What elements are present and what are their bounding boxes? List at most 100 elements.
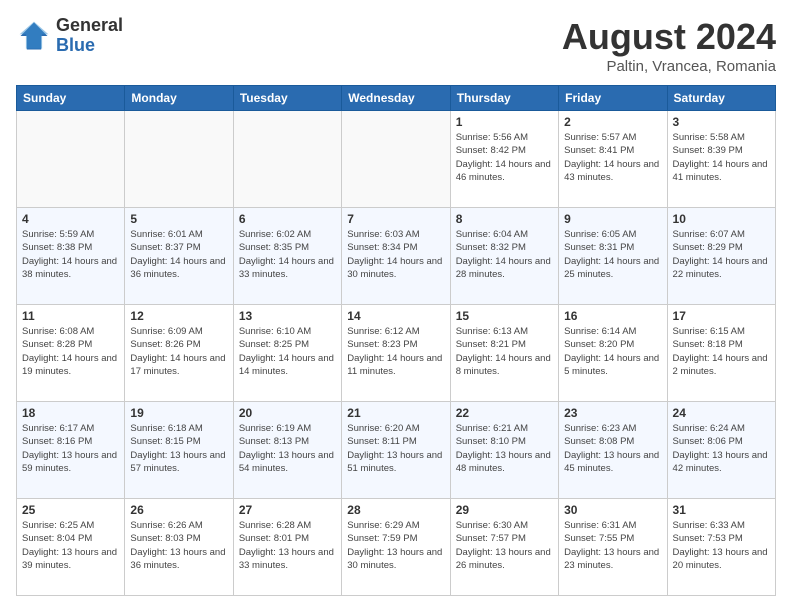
day-number: 17 [673, 309, 770, 323]
day-number: 25 [22, 503, 119, 517]
day-info: Sunrise: 6:07 AM Sunset: 8:29 PM Dayligh… [673, 228, 770, 281]
calendar-cell: 14Sunrise: 6:12 AM Sunset: 8:23 PM Dayli… [342, 305, 450, 402]
calendar-week-row: 11Sunrise: 6:08 AM Sunset: 8:28 PM Dayli… [17, 305, 776, 402]
day-info: Sunrise: 6:20 AM Sunset: 8:11 PM Dayligh… [347, 422, 444, 475]
day-info: Sunrise: 6:15 AM Sunset: 8:18 PM Dayligh… [673, 325, 770, 378]
calendar-cell: 26 Sunrise: 6:26 AM Sunset: 8:03 PM Dayli… [125, 499, 233, 596]
day-number: 22 [456, 406, 553, 420]
day-number: 10 [673, 212, 770, 226]
calendar-cell: 10 Sunrise: 6:07 AM Sunset: 8:29 PM Dayli… [667, 208, 775, 305]
page: General Blue August 2024 Paltin, Vrancea… [0, 0, 792, 612]
day-info: Sunrise: 5:58 AM Sunset: 8:39 PM Dayligh… [673, 131, 770, 184]
day-number: 30 [564, 503, 661, 517]
day-number: 15 [456, 309, 553, 323]
day-info: Sunrise: 6:33 AM Sunset: 7:53 PM Dayligh… [673, 519, 770, 572]
logo-text: General Blue [56, 16, 123, 56]
day-info: Sunrise: 5:59 AM Sunset: 8:38 PM Dayligh… [22, 228, 119, 281]
calendar-cell: 18Sunrise: 6:17 AM Sunset: 8:16 PM Dayli… [17, 402, 125, 499]
weekday-header-monday: Monday [125, 86, 233, 111]
weekday-header-thursday: Thursday [450, 86, 558, 111]
calendar-cell: 28Sunrise: 6:29 AM Sunset: 7:59 PM Dayli… [342, 499, 450, 596]
weekday-header-sunday: Sunday [17, 86, 125, 111]
calendar-cell: 15 Sunrise: 6:13 AM Sunset: 8:21 PM Dayli… [450, 305, 558, 402]
day-number: 13 [239, 309, 336, 323]
calendar-week-row: 1Sunrise: 5:56 AM Sunset: 8:42 PM Daylig… [17, 111, 776, 208]
calendar-cell [17, 111, 125, 208]
day-info: Sunrise: 6:02 AM Sunset: 8:35 PM Dayligh… [239, 228, 336, 281]
calendar-cell [125, 111, 233, 208]
day-info: Sunrise: 5:56 AM Sunset: 8:42 PM Dayligh… [456, 131, 553, 184]
day-number: 14 [347, 309, 444, 323]
day-info: Sunrise: 6:13 AM Sunset: 8:21 PM Dayligh… [456, 325, 553, 378]
calendar-cell [342, 111, 450, 208]
calendar-week-row: 25Sunrise: 6:25 AM Sunset: 8:04 PM Dayli… [17, 499, 776, 596]
day-number: 23 [564, 406, 661, 420]
logo-icon [16, 18, 52, 54]
calendar-cell: 12 Sunrise: 6:09 AM Sunset: 8:26 PM Dayli… [125, 305, 233, 402]
day-info: Sunrise: 6:21 AM Sunset: 8:10 PM Dayligh… [456, 422, 553, 475]
day-info: Sunrise: 6:17 AM Sunset: 8:16 PM Dayligh… [22, 422, 119, 475]
day-info: Sunrise: 6:26 AM Sunset: 8:03 PM Dayligh… [130, 519, 227, 572]
calendar-cell: 17 Sunrise: 6:15 AM Sunset: 8:18 PM Dayli… [667, 305, 775, 402]
calendar-cell: 23 Sunrise: 6:23 AM Sunset: 8:08 PM Dayli… [559, 402, 667, 499]
calendar-week-row: 18Sunrise: 6:17 AM Sunset: 8:16 PM Dayli… [17, 402, 776, 499]
day-info: Sunrise: 6:23 AM Sunset: 8:08 PM Dayligh… [564, 422, 661, 475]
calendar-cell: 11Sunrise: 6:08 AM Sunset: 8:28 PM Dayli… [17, 305, 125, 402]
weekday-header-friday: Friday [559, 86, 667, 111]
day-number: 12 [130, 309, 227, 323]
day-info: Sunrise: 6:18 AM Sunset: 8:15 PM Dayligh… [130, 422, 227, 475]
day-number: 29 [456, 503, 553, 517]
day-number: 2 [564, 115, 661, 129]
calendar-cell: 25Sunrise: 6:25 AM Sunset: 8:04 PM Dayli… [17, 499, 125, 596]
day-number: 8 [456, 212, 553, 226]
calendar-cell [233, 111, 341, 208]
day-info: Sunrise: 6:05 AM Sunset: 8:31 PM Dayligh… [564, 228, 661, 281]
day-number: 19 [130, 406, 227, 420]
calendar-cell: 1Sunrise: 5:56 AM Sunset: 8:42 PM Daylig… [450, 111, 558, 208]
day-info: Sunrise: 6:31 AM Sunset: 7:55 PM Dayligh… [564, 519, 661, 572]
day-info: Sunrise: 6:24 AM Sunset: 8:06 PM Dayligh… [673, 422, 770, 475]
calendar-cell: 9 Sunrise: 6:05 AM Sunset: 8:31 PM Daylig… [559, 208, 667, 305]
day-info: Sunrise: 6:14 AM Sunset: 8:20 PM Dayligh… [564, 325, 661, 378]
day-number: 31 [673, 503, 770, 517]
day-number: 26 [130, 503, 227, 517]
main-title: August 2024 [562, 16, 776, 58]
calendar-cell: 21 Sunrise: 6:20 AM Sunset: 8:11 PM Dayli… [342, 402, 450, 499]
day-number: 5 [130, 212, 227, 226]
weekday-header-tuesday: Tuesday [233, 86, 341, 111]
calendar-cell: 30 Sunrise: 6:31 AM Sunset: 7:55 PM Dayli… [559, 499, 667, 596]
logo-general-text: General [56, 16, 123, 36]
day-info: Sunrise: 6:03 AM Sunset: 8:34 PM Dayligh… [347, 228, 444, 281]
calendar-cell: 16Sunrise: 6:14 AM Sunset: 8:20 PM Dayli… [559, 305, 667, 402]
day-info: Sunrise: 6:08 AM Sunset: 8:28 PM Dayligh… [22, 325, 119, 378]
day-info: Sunrise: 6:04 AM Sunset: 8:32 PM Dayligh… [456, 228, 553, 281]
day-number: 27 [239, 503, 336, 517]
day-number: 21 [347, 406, 444, 420]
weekday-header-wednesday: Wednesday [342, 86, 450, 111]
day-info: Sunrise: 6:28 AM Sunset: 8:01 PM Dayligh… [239, 519, 336, 572]
header: General Blue August 2024 Paltin, Vrancea… [16, 16, 776, 75]
calendar-cell: 22 Sunrise: 6:21 AM Sunset: 8:10 PM Dayli… [450, 402, 558, 499]
calendar-cell: 6 Sunrise: 6:02 AM Sunset: 8:35 PM Daylig… [233, 208, 341, 305]
day-info: Sunrise: 6:19 AM Sunset: 8:13 PM Dayligh… [239, 422, 336, 475]
calendar-cell: 2 Sunrise: 5:57 AM Sunset: 8:41 PM Daylig… [559, 111, 667, 208]
day-number: 6 [239, 212, 336, 226]
weekday-header-saturday: Saturday [667, 86, 775, 111]
day-info: Sunrise: 5:57 AM Sunset: 8:41 PM Dayligh… [564, 131, 661, 184]
calendar-cell: 7 Sunrise: 6:03 AM Sunset: 8:34 PM Daylig… [342, 208, 450, 305]
weekday-header-row: SundayMondayTuesdayWednesdayThursdayFrid… [17, 86, 776, 111]
calendar-cell: 13 Sunrise: 6:10 AM Sunset: 8:25 PM Dayli… [233, 305, 341, 402]
day-info: Sunrise: 6:10 AM Sunset: 8:25 PM Dayligh… [239, 325, 336, 378]
calendar-cell: 27 Sunrise: 6:28 AM Sunset: 8:01 PM Dayli… [233, 499, 341, 596]
title-block: August 2024 Paltin, Vrancea, Romania [562, 16, 776, 75]
day-number: 3 [673, 115, 770, 129]
day-number: 20 [239, 406, 336, 420]
day-number: 28 [347, 503, 444, 517]
calendar-cell: 20 Sunrise: 6:19 AM Sunset: 8:13 PM Dayli… [233, 402, 341, 499]
day-info: Sunrise: 6:09 AM Sunset: 8:26 PM Dayligh… [130, 325, 227, 378]
calendar-cell: 5Sunrise: 6:01 AM Sunset: 8:37 PM Daylig… [125, 208, 233, 305]
day-number: 9 [564, 212, 661, 226]
day-number: 4 [22, 212, 119, 226]
day-number: 7 [347, 212, 444, 226]
calendar-cell: 19 Sunrise: 6:18 AM Sunset: 8:15 PM Dayli… [125, 402, 233, 499]
